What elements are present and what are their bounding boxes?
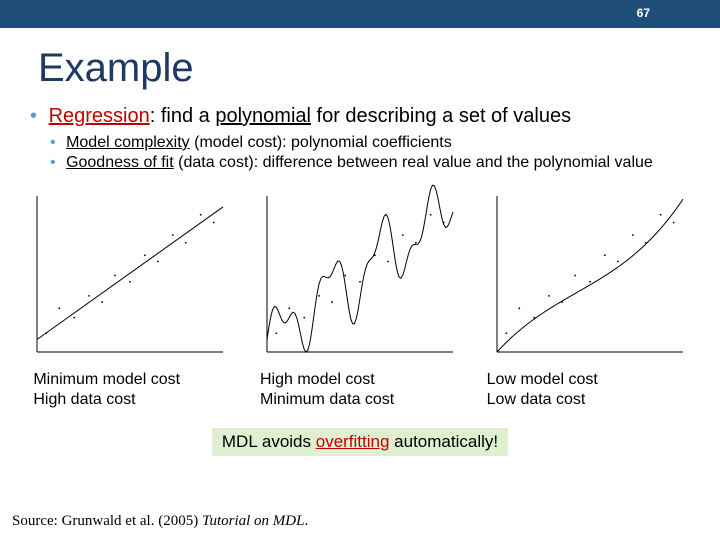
bullet-dot-icon: • [50, 134, 56, 151]
sub-bullet-1-text: (model cost): polynomial coefficients [190, 134, 452, 151]
source-post: . [304, 513, 308, 529]
overfitting-label: overfitting [316, 432, 390, 451]
captions-row: Minimum model cost High data cost High m… [20, 370, 700, 410]
regression-label: Regression [49, 105, 150, 127]
bullet-dot-icon: • [30, 105, 37, 127]
caption-2: High model cost Minimum data cost [250, 370, 470, 410]
caption-1-line2: High data cost [33, 390, 243, 410]
polynomial-label: polynomial [215, 105, 311, 127]
main-bullet-text-a: : find a [150, 105, 216, 127]
sub-bullet-1: • Model complexity (model cost): polynom… [50, 134, 720, 152]
charts-row [20, 184, 700, 364]
sub-bullet-1-label: Model complexity [66, 134, 190, 151]
source-pre: Source: Grunwald et al. (2005) [12, 513, 202, 529]
sub-bullet-2-text: (data cost): difference between real val… [174, 154, 653, 171]
highlight-post: automatically! [389, 432, 498, 451]
caption-1: Minimum model cost High data cost [23, 370, 243, 410]
chart-overfit [255, 184, 465, 364]
sub-bullet-2: • Goodness of fit (data cost): differenc… [50, 154, 720, 172]
source-italic: Tutorial on MDL [202, 513, 305, 529]
caption-3: Low model cost Low data cost [477, 370, 697, 410]
sub-bullet-2-label: Goodness of fit [66, 154, 174, 171]
main-bullet-text-b: for describing a set of values [311, 105, 571, 127]
bullet-dot-icon: • [50, 154, 56, 171]
highlight-wrap: MDL avoids overfitting automatically! [0, 418, 720, 456]
caption-3-line1: Low model cost [487, 370, 697, 390]
highlight-pre: MDL avoids [222, 432, 316, 451]
page-number: 67 [637, 6, 650, 20]
caption-3-line2: Low data cost [487, 390, 697, 410]
caption-2-line2: Minimum data cost [260, 390, 470, 410]
chart-goodfit [485, 184, 695, 364]
header-bar: 67 [0, 0, 720, 28]
caption-1-line1: Minimum model cost [33, 370, 243, 390]
highlight-box: MDL avoids overfitting automatically! [212, 428, 508, 456]
slide-title: Example [38, 46, 720, 91]
source-citation: Source: Grunwald et al. (2005) Tutorial … [12, 513, 308, 530]
main-bullet: • Regression: find a polynomial for desc… [30, 105, 720, 128]
caption-2-line1: High model cost [260, 370, 470, 390]
chart-underfit [25, 184, 235, 364]
